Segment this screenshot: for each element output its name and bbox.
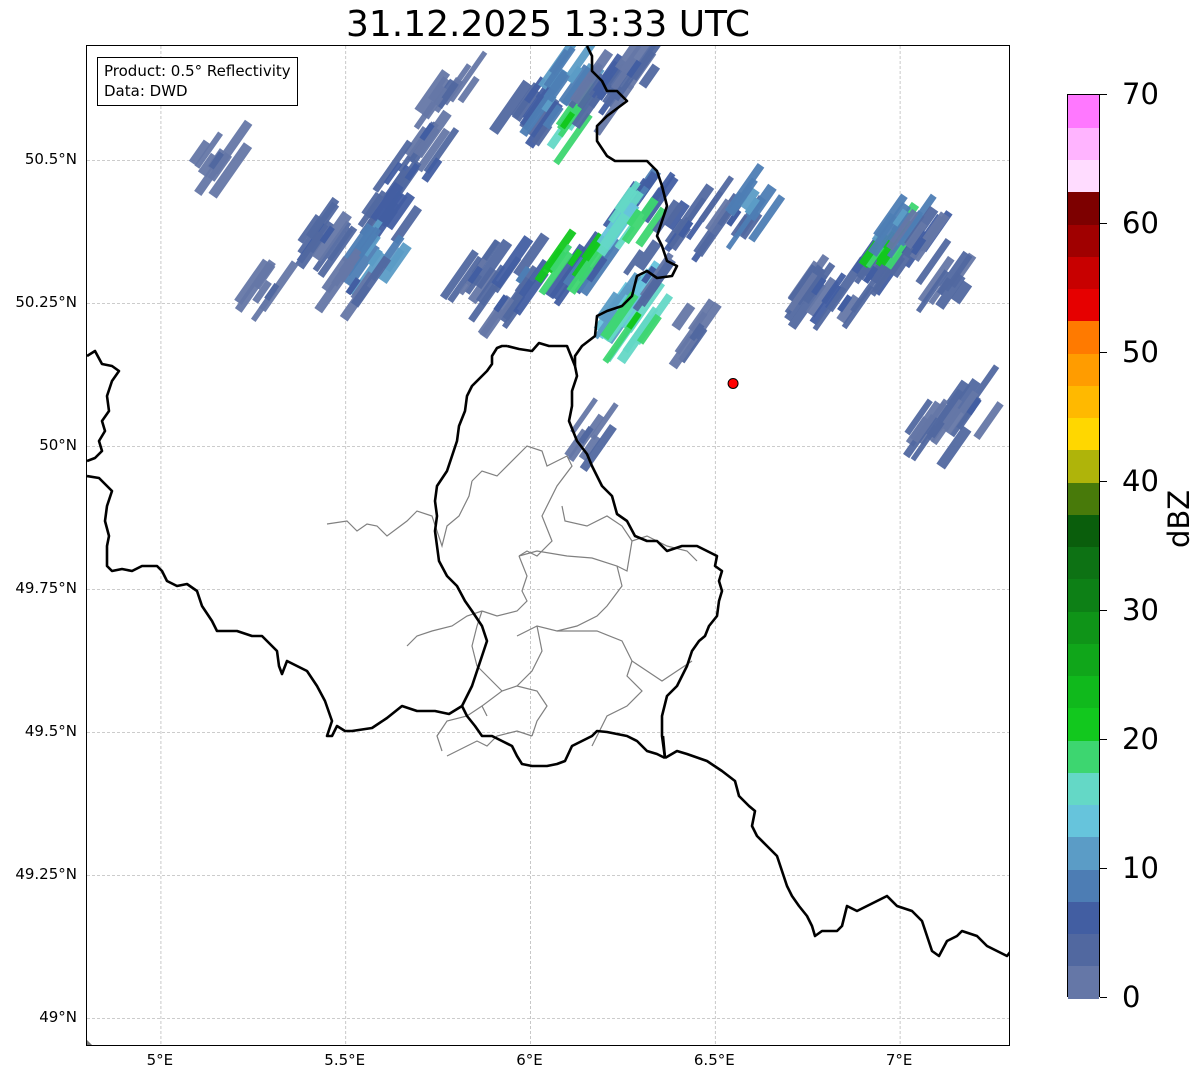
colorbar-tick-label: 60 bbox=[1122, 206, 1159, 240]
colorbar-segment bbox=[1068, 965, 1099, 999]
colorbar-tick-mark bbox=[1100, 739, 1107, 740]
colorbar-segment bbox=[1068, 578, 1099, 612]
colorbar-tick-label: 30 bbox=[1122, 593, 1159, 627]
colorbar-tick-mark bbox=[1100, 94, 1107, 95]
data-source-label: Data: DWD bbox=[104, 82, 188, 100]
echo-cell bbox=[397, 101, 460, 175]
lon-tick-label: 7°E bbox=[885, 1051, 913, 1069]
colorbar-segment bbox=[1068, 514, 1099, 548]
echo-cell bbox=[903, 388, 972, 470]
colorbar-segment bbox=[1068, 288, 1099, 322]
district-boundaries bbox=[326, 445, 698, 757]
colorbar-segment bbox=[1068, 869, 1099, 902]
colorbar-tick-mark bbox=[1100, 223, 1107, 224]
lat-tick-label: 50.25°N bbox=[15, 293, 77, 312]
colorbar-tick-label: 0 bbox=[1122, 980, 1141, 1014]
colorbar-segment bbox=[1068, 675, 1099, 709]
colorbar-segment bbox=[1068, 191, 1099, 225]
colorbar-segment bbox=[1068, 901, 1099, 935]
corner-marker bbox=[87, 1040, 92, 1045]
colorbar-segment bbox=[1068, 643, 1099, 677]
lon-tick-label: 6.5°E bbox=[693, 1051, 735, 1069]
lat-tick-label: 49.75°N bbox=[15, 579, 77, 598]
lat-tick-label: 49°N bbox=[39, 1008, 77, 1027]
map-canvas bbox=[87, 46, 1009, 1045]
colorbar-segment bbox=[1068, 772, 1099, 806]
colorbar-tick-label: 20 bbox=[1122, 722, 1159, 756]
echo-cell bbox=[668, 298, 722, 370]
lat-tick-label: 50°N bbox=[39, 436, 77, 455]
echo-cell bbox=[724, 163, 786, 250]
echo-cell bbox=[234, 258, 299, 323]
colorbar-tick-mark bbox=[1100, 481, 1107, 482]
colorbar-segment bbox=[1068, 933, 1099, 967]
colorbar-tick-mark bbox=[1100, 997, 1107, 998]
colorbar-segment bbox=[1068, 417, 1099, 451]
lon-tick-label: 5.5°E bbox=[324, 1051, 366, 1069]
echo-cell bbox=[915, 250, 977, 314]
colorbar-segment bbox=[1068, 353, 1099, 386]
colorbar-segment bbox=[1068, 804, 1099, 838]
colorbar-tick-label: 70 bbox=[1122, 77, 1159, 111]
colorbar-segment bbox=[1068, 159, 1099, 193]
colorbar-segment bbox=[1068, 449, 1099, 483]
colorbar-segment bbox=[1068, 95, 1099, 128]
colorbar-tick-mark bbox=[1100, 610, 1107, 611]
radar-site-marker[interactable] bbox=[727, 377, 739, 389]
colorbar-segment bbox=[1068, 320, 1099, 354]
colorbar-segment bbox=[1068, 836, 1099, 870]
colorbar-unit-label: dBZ bbox=[1162, 489, 1196, 548]
colorbar-tick-label: 50 bbox=[1122, 335, 1159, 369]
colorbar-segment bbox=[1068, 224, 1099, 257]
colorbar-tick-label: 10 bbox=[1122, 851, 1159, 885]
colorbar-segment bbox=[1068, 385, 1099, 419]
colorbar-segment bbox=[1068, 482, 1099, 515]
colorbar-segment bbox=[1068, 256, 1099, 290]
colorbar-tick-label: 40 bbox=[1122, 464, 1159, 498]
radar-echoes bbox=[188, 46, 1004, 472]
colorbar-segment bbox=[1068, 611, 1099, 644]
colorbar-segment bbox=[1068, 707, 1099, 741]
lon-tick-label: 5°E bbox=[146, 1051, 174, 1069]
colorbar-tick-mark bbox=[1100, 868, 1107, 869]
lat-tick-label: 49.5°N bbox=[24, 722, 77, 741]
colorbar-tick-mark bbox=[1100, 352, 1107, 353]
echo-cell bbox=[188, 119, 253, 199]
product-info-box: Product: 0.5° Reflectivity Data: DWD bbox=[97, 57, 298, 106]
lat-tick-label: 49.25°N bbox=[15, 865, 77, 884]
map-panel[interactable] bbox=[86, 45, 1010, 1046]
colorbar-segment bbox=[1068, 740, 1099, 773]
lat-tick-label: 50.5°N bbox=[24, 150, 77, 169]
colorbar-segment bbox=[1068, 546, 1099, 580]
colorbar-segment bbox=[1068, 127, 1099, 161]
graticule bbox=[87, 46, 1009, 1045]
echo-cell bbox=[414, 50, 488, 120]
product-label: Product: 0.5° Reflectivity bbox=[104, 62, 291, 80]
map-title: 31.12.2025 13:33 UTC bbox=[345, 4, 751, 45]
dbz-colorbar bbox=[1067, 94, 1100, 999]
lon-tick-label: 6°E bbox=[516, 1051, 543, 1069]
